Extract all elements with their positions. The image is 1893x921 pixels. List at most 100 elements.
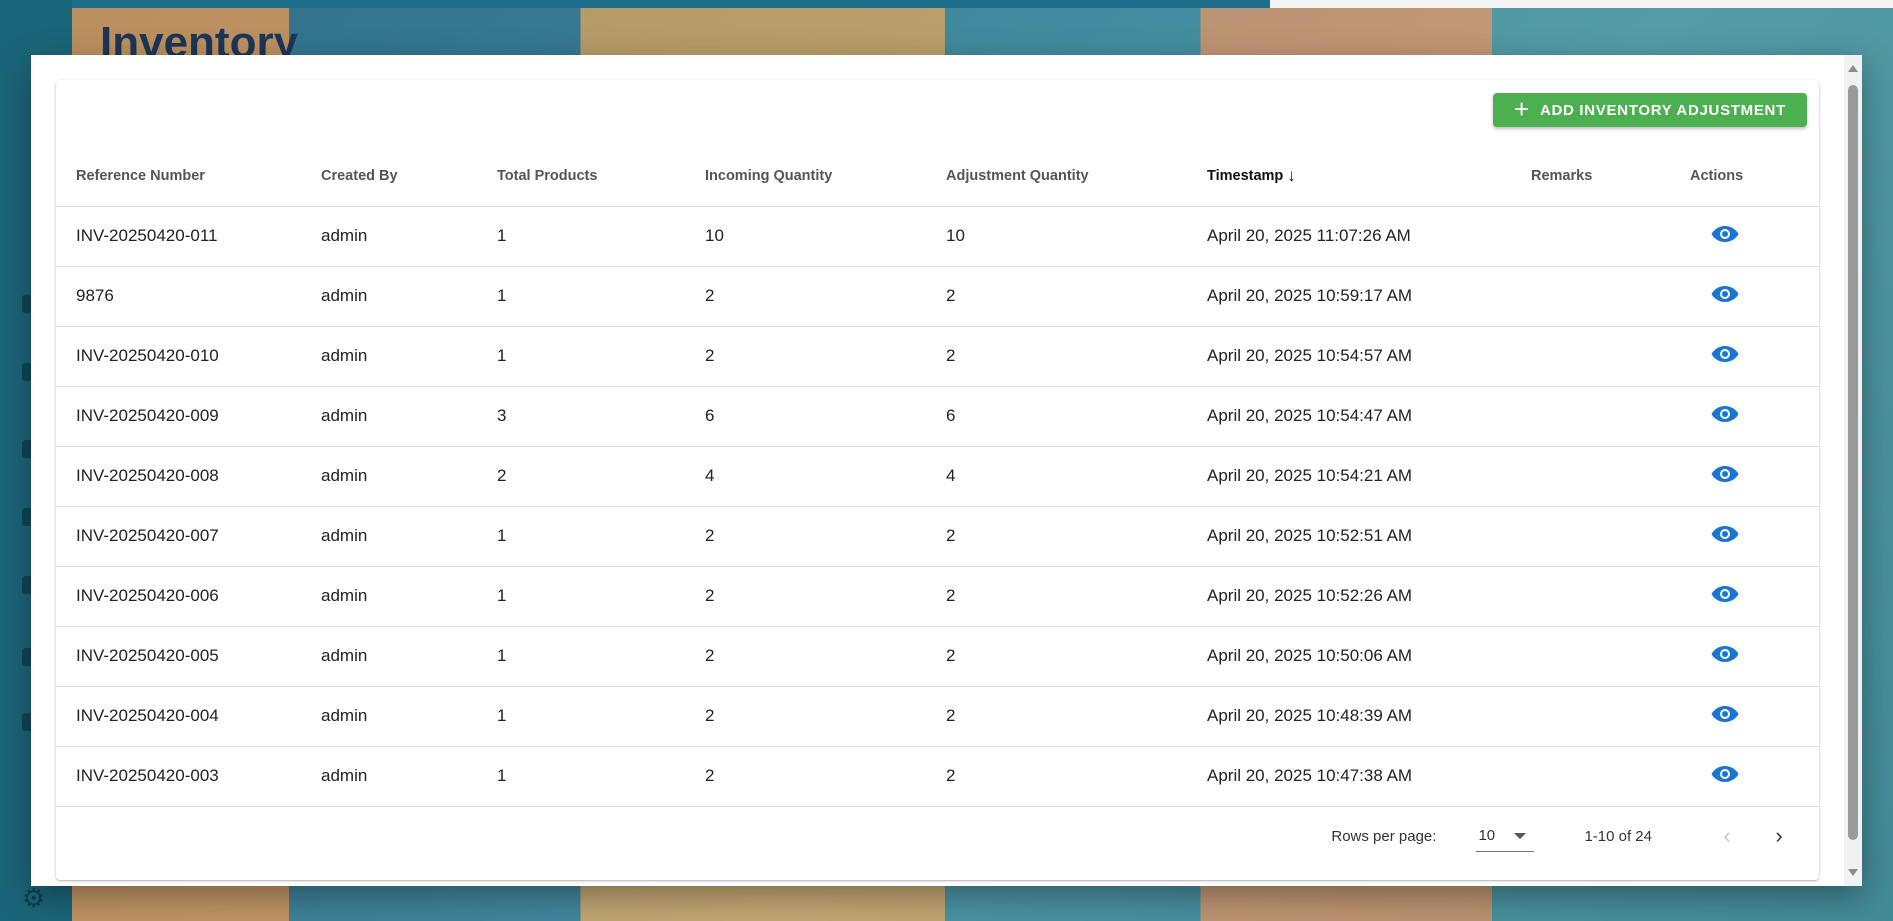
cell-total-products: 3 (477, 386, 685, 447)
column-header-timestamp[interactable]: Timestamp ↓ (1187, 146, 1511, 207)
eye-icon[interactable] (1711, 345, 1739, 363)
previous-page-button[interactable]: ‹ (1707, 816, 1747, 856)
table-row: INV-20250420-006 admin 1 2 2 April 20, 2025 1… (56, 566, 1819, 627)
cell-adjustment-quantity: 10 (926, 206, 1187, 267)
column-header-total-products[interactable]: Total Products (477, 146, 685, 207)
timestamp-header-label: Timestamp (1207, 167, 1284, 184)
cell-actions (1670, 326, 1819, 387)
cell-actions (1670, 566, 1819, 627)
eye-icon[interactable] (1711, 405, 1739, 423)
cell-created-by: admin (301, 746, 477, 807)
cell-reference-number: INV-20250420-003 (56, 746, 301, 807)
cell-remarks (1511, 446, 1670, 507)
cell-incoming-quantity: 2 (685, 566, 926, 627)
cell-actions (1670, 686, 1819, 747)
cell-incoming-quantity: 10 (685, 206, 926, 267)
cell-adjustment-quantity: 2 (926, 266, 1187, 327)
eye-icon[interactable] (1711, 525, 1739, 543)
cell-incoming-quantity: 2 (685, 266, 926, 327)
column-header-created-by[interactable]: Created By (301, 146, 477, 207)
add-button-label: ADD INVENTORY ADJUSTMENT (1539, 101, 1786, 119)
cell-incoming-quantity: 2 (685, 506, 926, 567)
cell-remarks (1511, 686, 1670, 747)
column-header-actions: Actions (1670, 146, 1819, 207)
pagination-range: 1-10 of 24 (1584, 827, 1652, 845)
eye-icon[interactable] (1711, 585, 1739, 603)
cell-timestamp: April 20, 2025 10:52:51 AM (1187, 506, 1511, 567)
cell-timestamp: April 20, 2025 10:48:39 AM (1187, 686, 1511, 747)
cell-created-by: admin (301, 206, 477, 267)
cell-created-by: admin (301, 266, 477, 327)
cell-actions (1670, 266, 1819, 327)
cell-reference-number: 9876 (56, 266, 301, 327)
table-pagination: Rows per page: 10 1-10 of 24 ‹ › (56, 806, 1819, 866)
cell-total-products: 1 (477, 626, 685, 687)
column-header-reference-number[interactable]: Reference Number (56, 146, 301, 207)
cell-adjustment-quantity: 4 (926, 446, 1187, 507)
scroll-thumb[interactable] (1848, 85, 1858, 840)
rows-per-page-label: Rows per page: (1331, 827, 1437, 845)
cell-timestamp: April 20, 2025 10:54:57 AM (1187, 326, 1511, 387)
cell-total-products: 1 (477, 746, 685, 807)
column-header-adjustment-quantity[interactable]: Adjustment Quantity (926, 146, 1187, 207)
cell-reference-number: INV-20250420-006 (56, 566, 301, 627)
cell-adjustment-quantity: 2 (926, 566, 1187, 627)
table-row: INV-20250420-010 admin 1 2 2 April 20, 2025 1… (56, 326, 1819, 387)
cell-incoming-quantity: 2 (685, 746, 926, 807)
cell-remarks (1511, 746, 1670, 807)
eye-icon[interactable] (1711, 705, 1739, 723)
table-row: 9876 admin 1 2 2 April 20, 2025 10:59:17 AM (56, 266, 1819, 327)
dialog-scrollbar[interactable] (1844, 55, 1862, 886)
eye-icon[interactable] (1711, 765, 1739, 783)
eye-icon[interactable] (1711, 645, 1739, 663)
column-header-incoming-quantity[interactable]: Incoming Quantity (685, 146, 926, 207)
chevron-right-icon: › (1775, 823, 1783, 848)
adjustments-table: Reference Number Created By Total Produc… (56, 146, 1819, 807)
cell-timestamp: April 20, 2025 10:47:38 AM (1187, 746, 1511, 807)
cell-reference-number: INV-20250420-004 (56, 686, 301, 747)
cell-reference-number: INV-20250420-007 (56, 506, 301, 567)
table-toolbar: + ADD INVENTORY ADJUSTMENT (56, 80, 1819, 146)
cell-created-by: admin (301, 506, 477, 567)
cell-total-products: 1 (477, 506, 685, 567)
cell-adjustment-quantity: 2 (926, 626, 1187, 687)
cell-created-by: admin (301, 446, 477, 507)
next-page-button[interactable]: › (1759, 816, 1799, 856)
table-row: INV-20250420-009 admin 3 6 6 April 20, 2025 1… (56, 386, 1819, 447)
table-row: INV-20250420-005 admin 1 2 2 April 20, 2025 1… (56, 626, 1819, 687)
scroll-up-arrow-icon[interactable] (1848, 65, 1858, 72)
eye-icon[interactable] (1711, 225, 1739, 243)
eye-icon[interactable] (1711, 465, 1739, 483)
cell-incoming-quantity: 2 (685, 326, 926, 387)
cell-actions (1670, 386, 1819, 447)
cell-adjustment-quantity: 2 (926, 506, 1187, 567)
scroll-down-arrow-icon[interactable] (1848, 869, 1858, 876)
adjustments-table-card: + ADD INVENTORY ADJUSTMENT Reference Num… (56, 80, 1819, 880)
cell-incoming-quantity: 2 (685, 686, 926, 747)
cell-remarks (1511, 566, 1670, 627)
cell-remarks (1511, 326, 1670, 387)
cell-timestamp: April 20, 2025 10:59:17 AM (1187, 266, 1511, 327)
rows-per-page-select[interactable]: 10 (1476, 820, 1535, 852)
cell-reference-number: INV-20250420-009 (56, 386, 301, 447)
cell-total-products: 1 (477, 326, 685, 387)
cell-created-by: admin (301, 686, 477, 747)
chevron-left-icon: ‹ (1723, 823, 1731, 848)
add-inventory-adjustment-button[interactable]: + ADD INVENTORY ADJUSTMENT (1493, 93, 1807, 127)
cell-timestamp: April 20, 2025 10:52:26 AM (1187, 566, 1511, 627)
cell-timestamp: April 20, 2025 10:54:21 AM (1187, 446, 1511, 507)
caret-down-icon (1514, 832, 1527, 839)
cell-adjustment-quantity: 2 (926, 686, 1187, 747)
cell-adjustment-quantity: 6 (926, 386, 1187, 447)
arrow-down-icon: ↓ (1287, 165, 1296, 185)
table-row: INV-20250420-003 admin 1 2 2 April 20, 2025 1… (56, 746, 1819, 807)
table-header-row: Reference Number Created By Total Produc… (56, 146, 1819, 207)
cell-remarks (1511, 506, 1670, 567)
cell-adjustment-quantity: 2 (926, 746, 1187, 807)
cell-created-by: admin (301, 326, 477, 387)
eye-icon[interactable] (1711, 285, 1739, 303)
table-row: INV-20250420-008 admin 2 4 4 April 20, 2025 1… (56, 446, 1819, 507)
column-header-remarks[interactable]: Remarks (1511, 146, 1670, 207)
cell-timestamp: April 20, 2025 10:50:06 AM (1187, 626, 1511, 687)
cell-incoming-quantity: 6 (685, 386, 926, 447)
